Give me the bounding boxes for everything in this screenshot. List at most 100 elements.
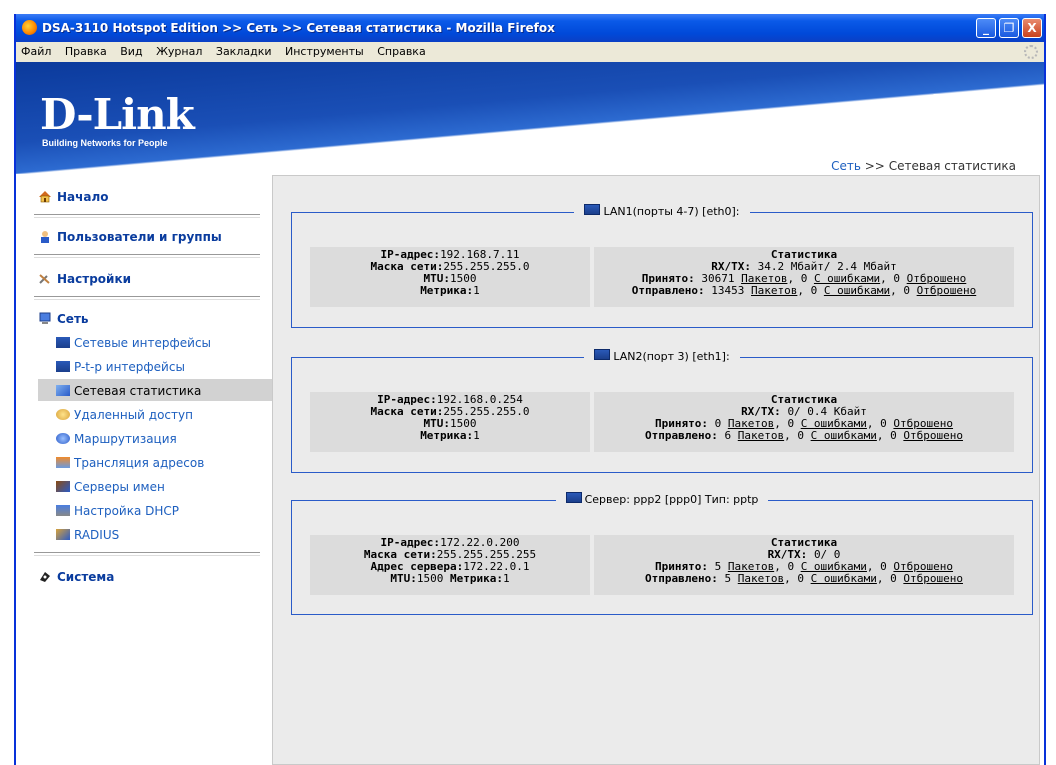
- sidebar-sublabel: Трансляция адресов: [74, 456, 205, 470]
- metric-value: 1: [473, 429, 480, 442]
- menu-tools[interactable]: Инструменты: [280, 42, 369, 58]
- sidebar-subitem-statistics[interactable]: Сетевая статистика: [56, 384, 201, 398]
- panel-legend: Сервер: ppp2 [ppp0] Тип: pptp: [292, 492, 1032, 506]
- chart-icon: [56, 385, 70, 396]
- interface-panel-ppp: Сервер: ppp2 [ppp0] Тип: pptp IP-адрес:1…: [291, 492, 1033, 615]
- window-title: DSA-3110 Hotspot Edition >> Сеть >> Сете…: [42, 21, 555, 35]
- system-icon: [40, 572, 50, 582]
- sidebar-divider: [34, 214, 260, 218]
- sidebar-subitem-remote[interactable]: Удаленный доступ: [56, 408, 193, 422]
- tx-dropped-value: 0: [903, 284, 910, 297]
- mtu-label: MTU:: [390, 572, 417, 585]
- errors-link[interactable]: С ошибками: [811, 572, 877, 585]
- main-content: LAN1(порты 4-7) [eth0]: IP-адрес:192.168…: [272, 175, 1040, 765]
- sidebar-item-network[interactable]: Сеть: [38, 312, 89, 326]
- sidebar-label-home: Начало: [57, 190, 109, 204]
- logout-link[interactable]: Выход: [986, 92, 1026, 106]
- dlink-logo[interactable]: D-Link: [40, 90, 195, 139]
- menu-bookmarks[interactable]: Закладки: [211, 42, 277, 58]
- packets-link[interactable]: Пакетов: [738, 429, 784, 442]
- breadcrumb: Сеть >> Сетевая статистика: [831, 159, 1016, 173]
- users-icon: [41, 231, 49, 243]
- errors-link[interactable]: С ошибками: [811, 429, 877, 442]
- sidebar-subitem-ptp[interactable]: P-t-p интерфейсы: [56, 360, 185, 374]
- dropped-link[interactable]: Отброшено: [917, 284, 977, 297]
- sidebar-label-system: Система: [57, 570, 115, 584]
- menu-edit[interactable]: Правка: [60, 42, 112, 58]
- tx-errors-value: 0: [810, 284, 818, 297]
- dropped-link[interactable]: Отброшено: [903, 572, 963, 585]
- dropped-link[interactable]: Отброшено: [903, 429, 963, 442]
- interface-info: IP-адрес:172.22.0.200 Маска сети:255.255…: [310, 535, 590, 595]
- breadcrumb-network-link[interactable]: Сеть: [831, 159, 861, 173]
- sidebar-sublabel: RADIUS: [74, 528, 120, 542]
- close-button[interactable]: X: [1022, 18, 1042, 38]
- metric-label: Метрика:: [420, 429, 474, 442]
- dhcp-icon: [56, 505, 70, 516]
- english-link[interactable]: English: [932, 92, 975, 106]
- tools-icon: [39, 274, 50, 284]
- interface-panel-lan2: LAN2(порт 3) [eth1]: IP-адрес:192.168.0.…: [291, 349, 1033, 473]
- panel-title-text: Сервер: ppp2 [ppp0] Тип: pptp: [584, 493, 759, 506]
- menu-help[interactable]: Справка: [372, 42, 430, 58]
- sidebar-item-system[interactable]: Система: [38, 570, 114, 584]
- maximize-button[interactable]: ❐: [999, 18, 1019, 38]
- tx-packets-value: 13453: [711, 284, 745, 297]
- metric-label: Метрика:: [420, 284, 474, 297]
- dns-icon: [56, 481, 70, 492]
- errors-link[interactable]: С ошибками: [824, 284, 890, 297]
- sidebar-sublabel: Сетевая статистика: [74, 384, 202, 398]
- sidebar-subitem-dhcp[interactable]: Настройка DHCP: [56, 504, 179, 518]
- network-card-icon: [565, 492, 582, 503]
- packets-link[interactable]: Пакетов: [751, 284, 797, 297]
- breadcrumb-separator: >>: [864, 159, 885, 173]
- panel-title-text: LAN1(порты 4-7) [eth0]:: [603, 205, 740, 218]
- sidebar-label-network: Сеть: [57, 312, 89, 326]
- sidebar-subitem-nat[interactable]: Трансляция адресов: [56, 456, 204, 470]
- browser-window: DSA-3110 Hotspot Edition >> Сеть >> Сете…: [14, 14, 1046, 765]
- logo-tagline: Building Networks for People: [42, 138, 168, 148]
- menu-view[interactable]: Вид: [115, 42, 147, 58]
- metric-label: Метрика:: [450, 572, 503, 585]
- sent-row: Отправлено: 5 Пакетов, 0 С ошибками, 0 О…: [645, 572, 963, 585]
- packets-link[interactable]: Пакетов: [738, 572, 784, 585]
- sent-label: Отправлено:: [645, 572, 718, 585]
- sidebar-label-users: Пользователи и группы: [57, 230, 222, 244]
- sidebar-item-home[interactable]: Начало: [38, 190, 109, 204]
- sidebar-divider: [34, 296, 260, 300]
- panel-legend: LAN2(порт 3) [eth1]:: [292, 349, 1032, 363]
- network-card-icon: [56, 337, 70, 348]
- interface-panel-lan1: LAN1(порты 4-7) [eth0]: IP-адрес:192.168…: [291, 204, 1033, 328]
- sidebar-subitem-dns[interactable]: Серверы имен: [56, 480, 165, 494]
- sidebar-subitem-radius[interactable]: RADIUS: [56, 528, 119, 542]
- sidebar-item-settings[interactable]: Настройки: [38, 272, 131, 286]
- sidebar-item-users[interactable]: Пользователи и группы: [38, 230, 222, 244]
- metric-value: 1: [502, 572, 510, 585]
- panel-legend: LAN1(порты 4-7) [eth0]:: [292, 204, 1032, 218]
- sidebar-subitem-interfaces[interactable]: Сетевые интерфейсы: [56, 336, 211, 350]
- sidebar-subitem-routing[interactable]: Маршрутизация: [56, 432, 177, 446]
- menu-file[interactable]: Файл: [16, 42, 56, 58]
- network-card-icon: [584, 204, 601, 215]
- metric-row: Метрика:1: [310, 285, 590, 297]
- throbber-icon: [1024, 45, 1038, 59]
- tx-dropped-value: 0: [890, 429, 897, 442]
- mtu-value: 1500: [416, 572, 444, 585]
- tx-packets-value: 5: [724, 572, 732, 585]
- tx-errors-value: 0: [797, 572, 804, 585]
- sidebar-sublabel: Настройка DHCP: [74, 504, 180, 518]
- sidebar-sublabel: Серверы имен: [74, 480, 165, 494]
- routing-icon: [56, 433, 70, 444]
- menu-history[interactable]: Журнал: [151, 42, 207, 58]
- minimize-button[interactable]: _: [976, 18, 996, 38]
- sent-row: Отправлено: 13453 Пакетов, 0 С ошибками,…: [631, 284, 977, 297]
- tx-dropped-value: 0: [890, 572, 897, 585]
- network-card-icon: [56, 361, 70, 372]
- computer-icon: [39, 312, 51, 324]
- panel-title: LAN2(порт 3) [eth1]:: [584, 349, 740, 363]
- metric-value: 1: [473, 284, 480, 297]
- globe-icon: [56, 409, 70, 420]
- panel-title: LAN1(порты 4-7) [eth0]:: [574, 204, 750, 218]
- title-bar: DSA-3110 Hotspot Edition >> Сеть >> Сете…: [16, 14, 1044, 42]
- panel-title-text: LAN2(порт 3) [eth1]:: [613, 350, 730, 363]
